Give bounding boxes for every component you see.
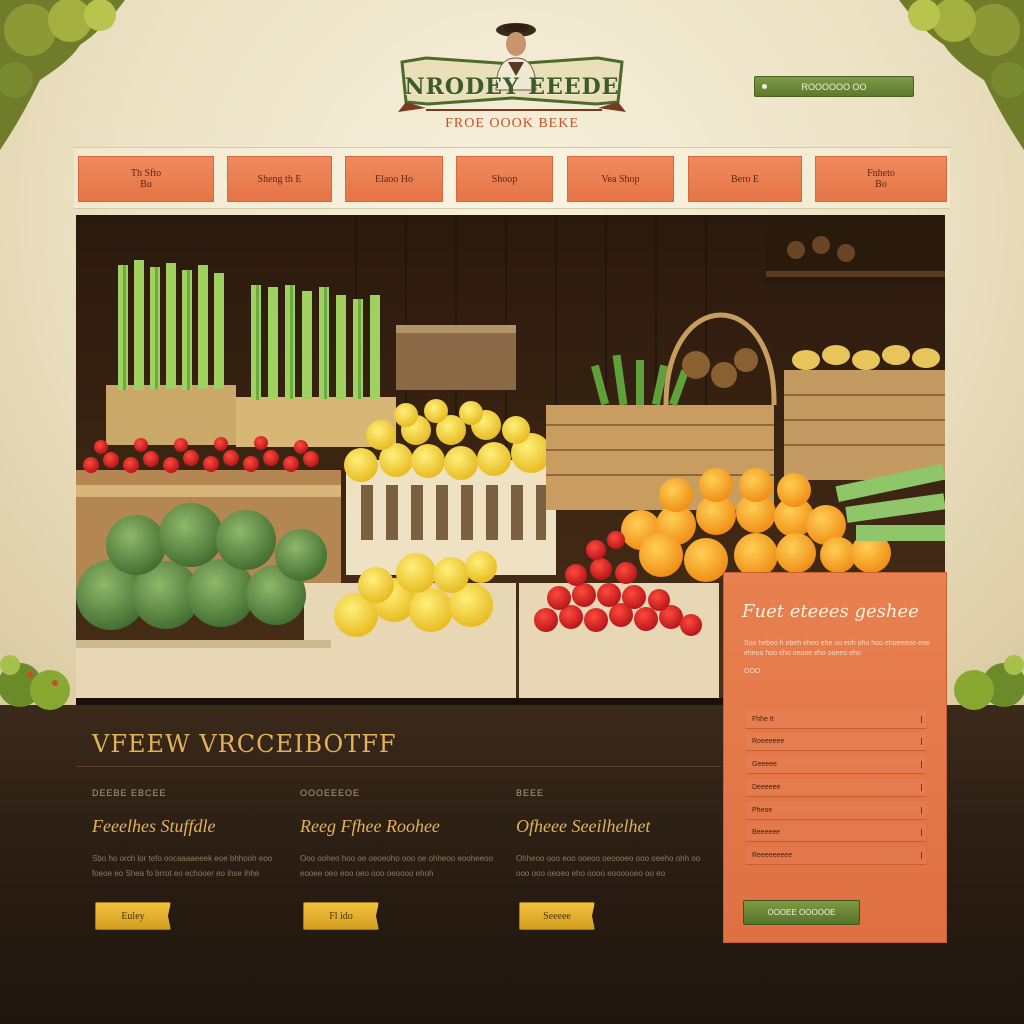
feature-kicker: DEEBE EBCEE (92, 788, 167, 798)
feature-column-1: DEEBE EBCEE Feeelhes Stuffdle Sbo ho orc… (92, 788, 287, 930)
feature-kicker: OOOEEEOE (300, 788, 361, 798)
feature-heading: Ofheee Seeilhelhet (516, 816, 651, 836)
caret-icon (921, 761, 922, 768)
sidebar-note: OOO (744, 668, 761, 675)
feature-body: Ohheoo ooo eoo ooeoo oeoooeo ooo oeeho o… (516, 854, 701, 878)
form-field-label: Deeeeee (752, 784, 781, 791)
form-field-3[interactable]: Geeeee (746, 756, 926, 774)
form-field-label: Roeeeeee (752, 738, 785, 745)
bullet-icon (762, 84, 767, 89)
feature-button[interactable]: Seeeee (519, 902, 595, 930)
nav-item-1[interactable]: Th Sfto Bu (78, 156, 214, 202)
form-field-label: Pheoe (752, 807, 773, 814)
form-field-label: Reeeeeeeee (752, 852, 793, 859)
foliage-decoration-bottom-left (0, 655, 70, 710)
foliage-decoration-top-right (899, 0, 1024, 150)
foliage-decoration-top-left (0, 0, 125, 150)
form-field-4[interactable]: Deeeeee (746, 779, 926, 797)
form-field-label: Beeeeee (752, 829, 781, 836)
sidebar-description: Soo hebeo h ebeh eheo ehe oo eoh oho hoo… (744, 640, 930, 657)
caret-icon (921, 807, 922, 814)
foliage-decoration-bottom-right (954, 655, 1024, 710)
feature-kicker: BEEE (516, 788, 545, 798)
logo-tagline: FROE OOOK BEKE (445, 116, 579, 131)
site-logo[interactable]: NRODEY EEEDE FROE OOOK BEKE (396, 18, 628, 136)
form-field-6[interactable]: Beeeeee (746, 824, 926, 842)
caret-icon (921, 716, 922, 723)
nav-item-3[interactable]: Elaoo Ho (345, 156, 443, 202)
header-action-button-label: ROOOOOO OO (801, 81, 867, 92)
form-field-label: Fhhe tt (752, 716, 774, 723)
feature-heading: Feeelhes Stuffdle (92, 816, 216, 836)
nav-item-7[interactable]: Fnheto Bo (815, 156, 947, 202)
feature-button[interactable]: Fl ido (303, 902, 379, 930)
signup-sidebar: Fuet eteees geshee Soo hebeo h ebeh eheo… (723, 572, 947, 943)
nav-item-4[interactable]: Shoop (456, 156, 553, 202)
submit-button[interactable]: OOOEE OOOOOE (743, 900, 860, 925)
caret-icon (921, 829, 922, 836)
nav-item-6[interactable]: Bero E (688, 156, 802, 202)
feature-body: Sbo ho orch lor tefo oocaaaaeeek eoe bhh… (92, 854, 273, 878)
form-field-7[interactable]: Reeeeeeeee (746, 847, 926, 865)
feature-column-3: BEEE Ofheee Seeilhelhet Ohheoo ooo eoo o… (516, 788, 711, 930)
caret-icon (921, 738, 922, 745)
feature-button[interactable]: Euley (95, 902, 171, 930)
section-title: VFEEW VRCCEIBOTFF (92, 730, 397, 758)
feature-column-2: OOOEEEOE Reeg Ffhee Roohee Ooo ooheo hoo… (300, 788, 495, 930)
feature-heading: Reeg Ffhee Roohee (300, 816, 440, 836)
sidebar-title: Fuet eteees geshee (742, 601, 919, 622)
form-field-5[interactable]: Pheoe (746, 802, 926, 820)
form-field-label: Geeeee (752, 761, 777, 768)
feature-body: Ooo ooheo hoo oe oeoeoho ooo oe ohheoo e… (300, 854, 494, 878)
logo-text: NRODEY EEEDE (404, 74, 620, 100)
caret-icon (921, 852, 922, 859)
form-field-1[interactable]: Fhhe tt (746, 711, 926, 729)
form-field-2[interactable]: Roeeeeee (746, 733, 926, 751)
nav-item-2[interactable]: Sheng th E (227, 156, 332, 202)
header-action-button[interactable]: ROOOOOO OO (754, 76, 914, 97)
section-divider (76, 766, 721, 767)
nav-item-5[interactable]: Vea Shop (567, 156, 674, 202)
caret-icon (921, 784, 922, 791)
